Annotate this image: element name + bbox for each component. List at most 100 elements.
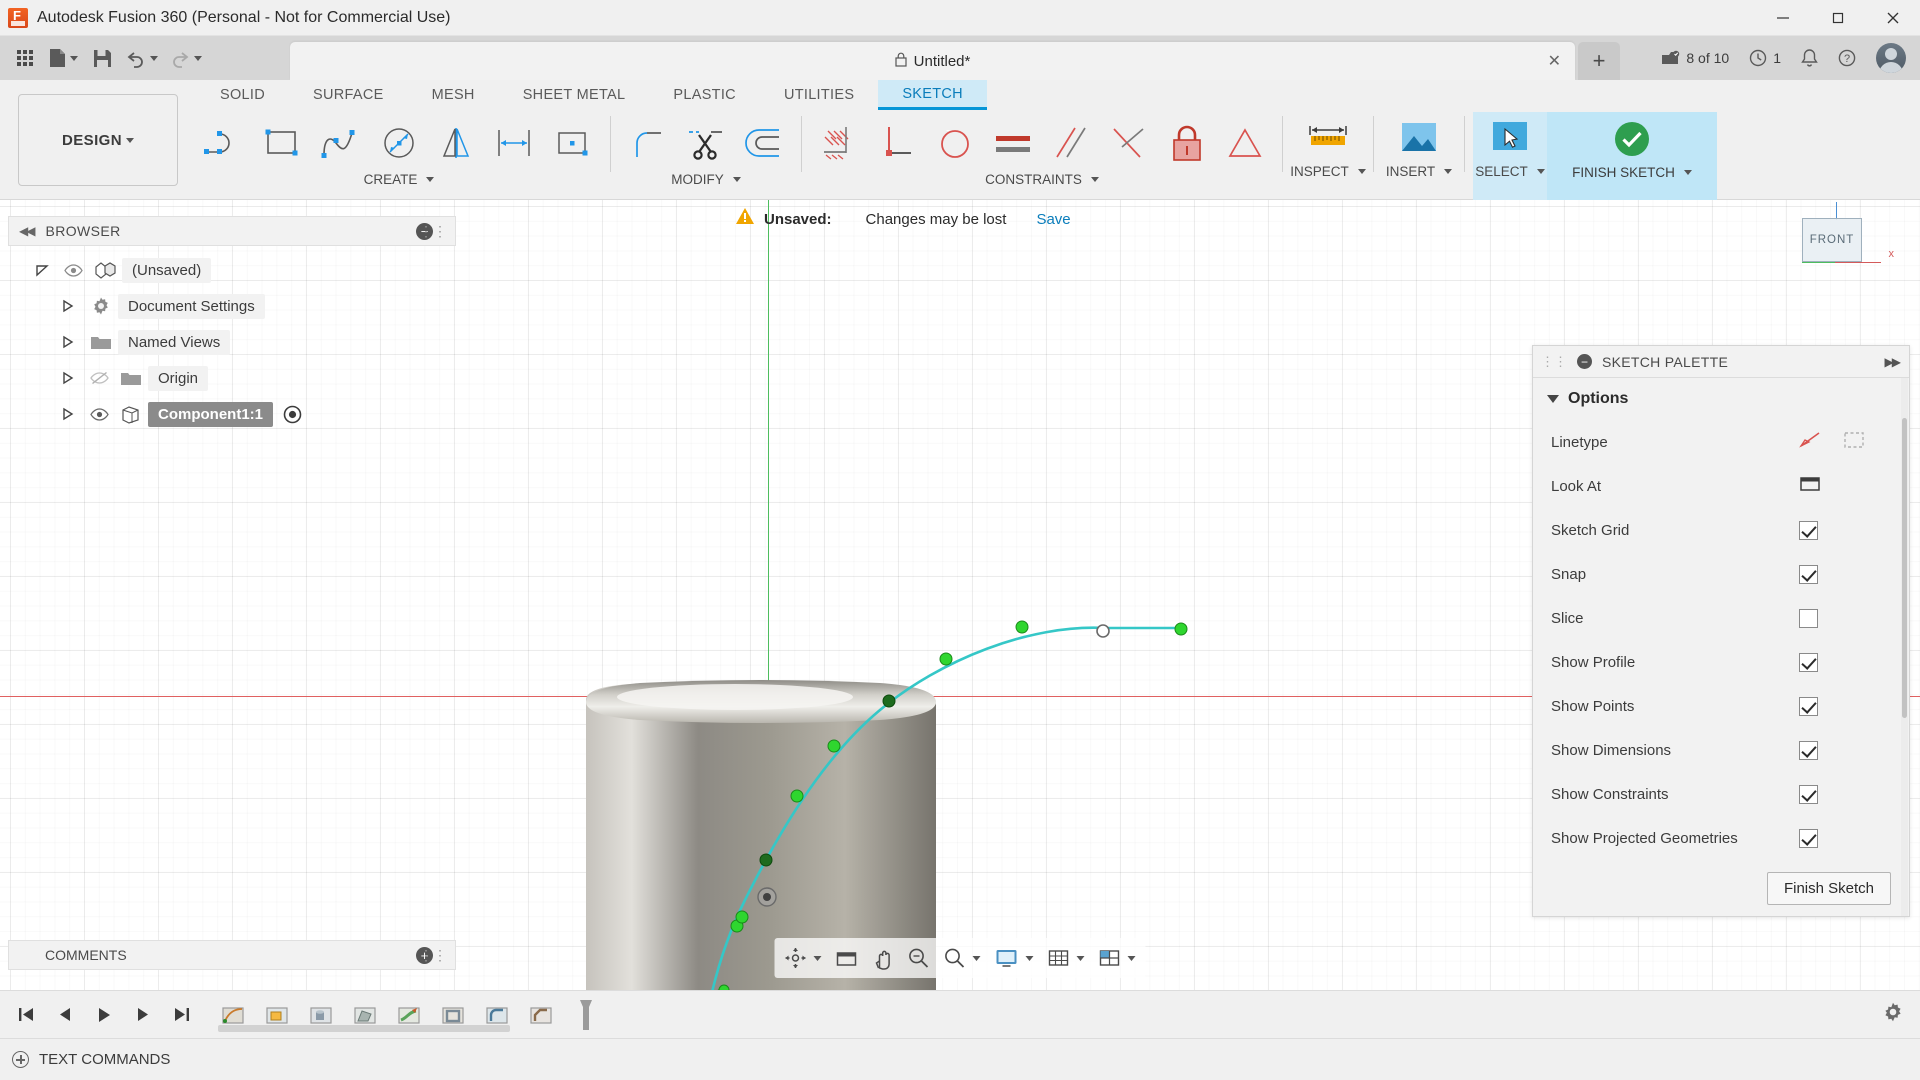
timeline-feature-chamfer[interactable] [523, 998, 561, 1032]
rectangle-tool-icon[interactable] [254, 114, 312, 172]
palette-expand-icon[interactable]: ▶▶ [1885, 355, 1902, 369]
show-profile-checkbox[interactable] [1799, 652, 1818, 672]
show-points-checkbox[interactable] [1799, 696, 1818, 716]
tab-solid[interactable]: SOLID [196, 80, 289, 110]
undo-button[interactable] [121, 41, 163, 75]
expand-arrow-icon[interactable] [52, 407, 84, 421]
inspect-button[interactable]: INSPECT [1290, 112, 1366, 200]
close-button[interactable] [1865, 0, 1920, 36]
timeline-scroll-track[interactable] [218, 1025, 510, 1032]
trim-tool-icon[interactable] [677, 114, 735, 172]
circle-tool-icon[interactable] [370, 114, 428, 172]
visibility-eye-icon[interactable] [84, 407, 114, 421]
zoom-button[interactable] [902, 941, 936, 975]
tab-sketch[interactable]: SKETCH [878, 80, 987, 110]
view-cube[interactable]: z FRONT x [1780, 200, 1894, 282]
palette-scrollbar[interactable] [1901, 378, 1908, 916]
slice-checkbox[interactable] [1799, 608, 1818, 628]
expand-arrow-icon[interactable] [52, 299, 84, 313]
user-account-button[interactable] [1868, 41, 1914, 75]
new-document-button[interactable] [44, 41, 83, 75]
expand-arrow-icon[interactable] [52, 335, 84, 349]
constraint-fix-icon[interactable] [1158, 114, 1216, 172]
ribbon-group-constraints-label[interactable]: CONSTRAINTS [985, 172, 1099, 187]
timeline-settings-icon[interactable] [1882, 1001, 1904, 1027]
dimension-tool-icon[interactable] [486, 114, 544, 172]
line-tool-icon[interactable] [196, 114, 254, 172]
viewports-button[interactable] [1093, 941, 1142, 975]
recent-activity[interactable]: 1 [1741, 41, 1789, 75]
jobs-status[interactable]: 8 of 10 [1653, 41, 1737, 75]
browser-drag-handle[interactable]: ⋮⋮ [419, 223, 447, 240]
tab-surface[interactable]: SURFACE [289, 80, 408, 110]
collapse-icon[interactable]: ◀◀ [19, 224, 36, 238]
browser-node-unsaved[interactable]: (Unsaved) [8, 252, 456, 288]
comments-drag-handle[interactable]: ⋮⋮ [419, 947, 447, 964]
notifications-button[interactable] [1793, 41, 1826, 75]
show-constraints-checkbox[interactable] [1799, 784, 1818, 804]
select-button[interactable]: SELECT [1473, 112, 1547, 200]
skip-to-start-button[interactable] [8, 998, 44, 1032]
tab-plastic[interactable]: PLASTIC [649, 80, 760, 110]
viewcube-front-face[interactable]: FRONT [1802, 218, 1862, 262]
tab-mesh[interactable]: MESH [408, 80, 499, 110]
new-tab-button[interactable]: + [1578, 42, 1620, 80]
plus-circle-icon[interactable] [12, 1051, 29, 1068]
ribbon-group-create-label[interactable]: CREATE [364, 172, 435, 187]
minimize-button[interactable] [1755, 0, 1810, 36]
skip-to-end-button[interactable] [164, 998, 200, 1032]
offset-tool-icon[interactable] [735, 114, 793, 172]
browser-node-component1[interactable]: Component1:1 [8, 396, 456, 432]
document-tab[interactable]: Untitled* ✕ [290, 42, 1575, 80]
sketch-grid-checkbox[interactable] [1799, 520, 1818, 540]
spline-tool-icon[interactable] [312, 114, 370, 172]
grid-snap-button[interactable] [1042, 941, 1091, 975]
text-commands-label[interactable]: TEXT COMMANDS [39, 1051, 170, 1068]
save-button[interactable] [85, 41, 119, 75]
show-dimensions-checkbox[interactable] [1799, 740, 1818, 760]
tab-sheet-metal[interactable]: SHEET METAL [499, 80, 650, 110]
finish-sketch-button[interactable]: FINISH SKETCH [1547, 112, 1717, 200]
constraint-perpendicular-icon[interactable] [868, 114, 926, 172]
palette-options-section[interactable]: Options [1533, 378, 1909, 420]
insert-button[interactable]: INSERT [1382, 112, 1456, 200]
tab-utilities[interactable]: UTILITIES [760, 80, 878, 110]
constraint-coincident-icon[interactable] [810, 114, 868, 172]
step-forward-button[interactable] [125, 998, 161, 1032]
visibility-eye-icon[interactable] [58, 263, 88, 277]
redo-button[interactable] [165, 41, 207, 75]
workspace-selector[interactable]: DESIGN [18, 94, 178, 186]
expand-arrow-icon[interactable] [26, 263, 58, 277]
browser-node-document-settings[interactable]: Document Settings [8, 288, 456, 324]
app-grid-icon[interactable] [8, 41, 42, 75]
zoom-window-button[interactable] [938, 941, 987, 975]
help-button[interactable]: ? [1830, 41, 1864, 75]
look-at-icon[interactable] [1799, 475, 1821, 497]
linetype-normal-icon[interactable] [1799, 430, 1823, 454]
timeline-marker[interactable] [567, 998, 605, 1032]
maximize-button[interactable] [1810, 0, 1865, 36]
ribbon-group-modify-label[interactable]: MODIFY [671, 172, 741, 187]
constraint-parallel-icon[interactable] [1042, 114, 1100, 172]
look-at-button[interactable] [830, 941, 864, 975]
browser-node-origin[interactable]: Origin [8, 360, 456, 396]
palette-drag-handle[interactable]: ⋮⋮ [1541, 354, 1567, 370]
expand-arrow-icon[interactable] [52, 371, 84, 385]
comments-panel[interactable]: COMMENTS + ⋮⋮ [8, 940, 456, 970]
palette-finish-sketch-button[interactable]: Finish Sketch [1766, 871, 1891, 905]
palette-minimize-icon[interactable]: − [1577, 354, 1592, 369]
rectangle-center-tool-icon[interactable] [544, 114, 602, 172]
constraint-equal-icon[interactable] [984, 114, 1042, 172]
constraint-tangent-icon[interactable] [926, 114, 984, 172]
orbit-button[interactable] [779, 941, 828, 975]
snap-checkbox[interactable] [1799, 564, 1818, 584]
browser-node-named-views[interactable]: Named Views [8, 324, 456, 360]
display-settings-button[interactable] [989, 941, 1040, 975]
constraint-symmetry-icon[interactable] [1216, 114, 1274, 172]
pan-button[interactable] [866, 941, 900, 975]
constraint-midpoint-icon[interactable] [1100, 114, 1158, 172]
document-tab-close-icon[interactable]: ✕ [1548, 51, 1561, 71]
step-back-button[interactable] [47, 998, 83, 1032]
linetype-construction-icon[interactable] [1843, 430, 1865, 454]
visibility-eye-hidden-icon[interactable] [84, 371, 114, 385]
